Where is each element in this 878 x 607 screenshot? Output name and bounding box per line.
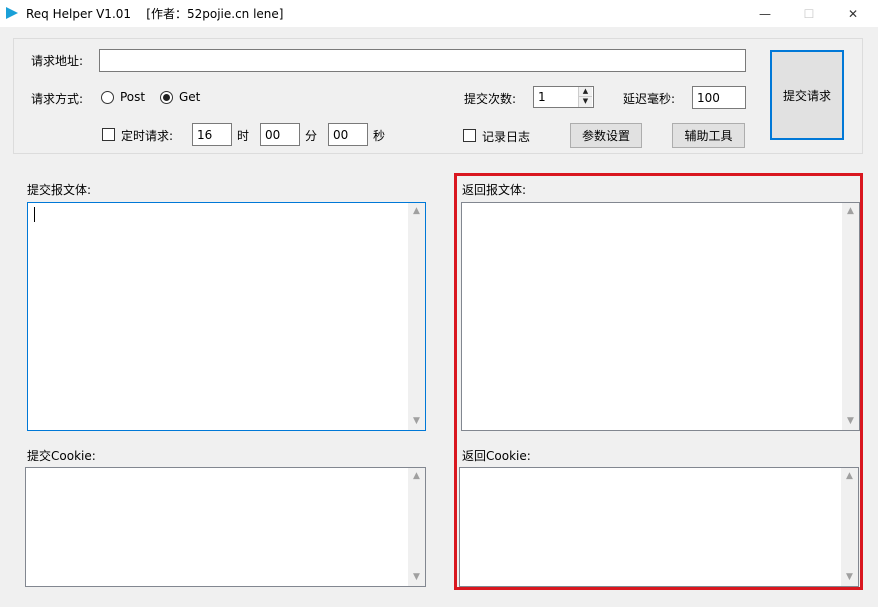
scroll-up-icon[interactable]: ▲ (408, 468, 425, 485)
minute-unit: 分 (305, 129, 318, 143)
schedule-checkbox[interactable] (102, 128, 115, 141)
delay-label: 延迟毫秒: (623, 92, 676, 106)
return-body-scrollbar[interactable]: ▲ ▼ (842, 203, 859, 430)
scroll-down-icon[interactable]: ▼ (842, 413, 859, 430)
log-checkbox[interactable] (463, 129, 476, 142)
scroll-up-icon[interactable]: ▲ (841, 468, 858, 485)
submit-cookie-scrollbar[interactable]: ▲ ▼ (408, 468, 425, 586)
submit-count-stepper[interactable]: ▲ ▼ (578, 87, 592, 107)
scroll-up-icon[interactable]: ▲ (408, 203, 425, 220)
submit-count-label: 提交次数: (464, 92, 517, 106)
close-button[interactable]: ✕ (830, 0, 876, 27)
delay-input[interactable] (692, 86, 746, 109)
get-radio[interactable] (160, 91, 173, 104)
submit-cookie-textarea[interactable]: ▲ ▼ (25, 467, 426, 587)
submit-body-textarea[interactable]: ▲ ▼ (27, 202, 426, 431)
post-radio[interactable] (101, 91, 114, 104)
helper-tools-button[interactable]: 辅助工具 (672, 123, 745, 148)
stepper-up-icon[interactable]: ▲ (579, 87, 592, 97)
submit-request-button[interactable]: 提交请求 (770, 50, 844, 140)
log-label: 记录日志 (482, 130, 531, 144)
scroll-down-icon[interactable]: ▼ (408, 569, 425, 586)
scroll-down-icon[interactable]: ▼ (408, 413, 425, 430)
return-body-label: 返回报文体: (462, 183, 527, 197)
window-title: Req Helper V1.01 [作者：52pojie.cn lene] (26, 7, 284, 21)
second-unit: 秒 (373, 129, 386, 143)
minute-input[interactable] (260, 123, 300, 146)
return-cookie-textarea[interactable]: ▲ ▼ (459, 467, 859, 587)
return-cookie-scrollbar[interactable]: ▲ ▼ (841, 468, 858, 586)
submit-body-scrollbar[interactable]: ▲ ▼ (408, 203, 425, 430)
submit-cookie-label: 提交Cookie: (27, 449, 96, 463)
post-radio-label: Post (120, 90, 146, 104)
params-settings-button[interactable]: 参数设置 (570, 123, 642, 148)
scroll-down-icon[interactable]: ▼ (841, 569, 858, 586)
url-input[interactable] (99, 49, 746, 72)
minimize-button[interactable]: — (742, 0, 788, 27)
submit-body-label: 提交报文体: (27, 183, 92, 197)
schedule-label: 定时请求: (121, 129, 174, 143)
second-input[interactable] (328, 123, 368, 146)
get-radio-label: Get (179, 90, 201, 104)
hour-unit: 时 (237, 129, 250, 143)
return-cookie-label: 返回Cookie: (462, 449, 531, 463)
text-caret (34, 207, 35, 222)
app-play-icon (6, 7, 18, 19)
return-body-textarea[interactable]: ▲ ▼ (461, 202, 860, 431)
stepper-down-icon[interactable]: ▼ (579, 97, 592, 107)
scroll-up-icon[interactable]: ▲ (842, 203, 859, 220)
maximize-button[interactable]: ☐ (786, 0, 832, 27)
title-bar: Req Helper V1.01 [作者：52pojie.cn lene] — … (0, 0, 878, 27)
method-label: 请求方式: (31, 92, 84, 106)
url-label: 请求地址: (31, 54, 84, 68)
hour-input[interactable] (192, 123, 232, 146)
